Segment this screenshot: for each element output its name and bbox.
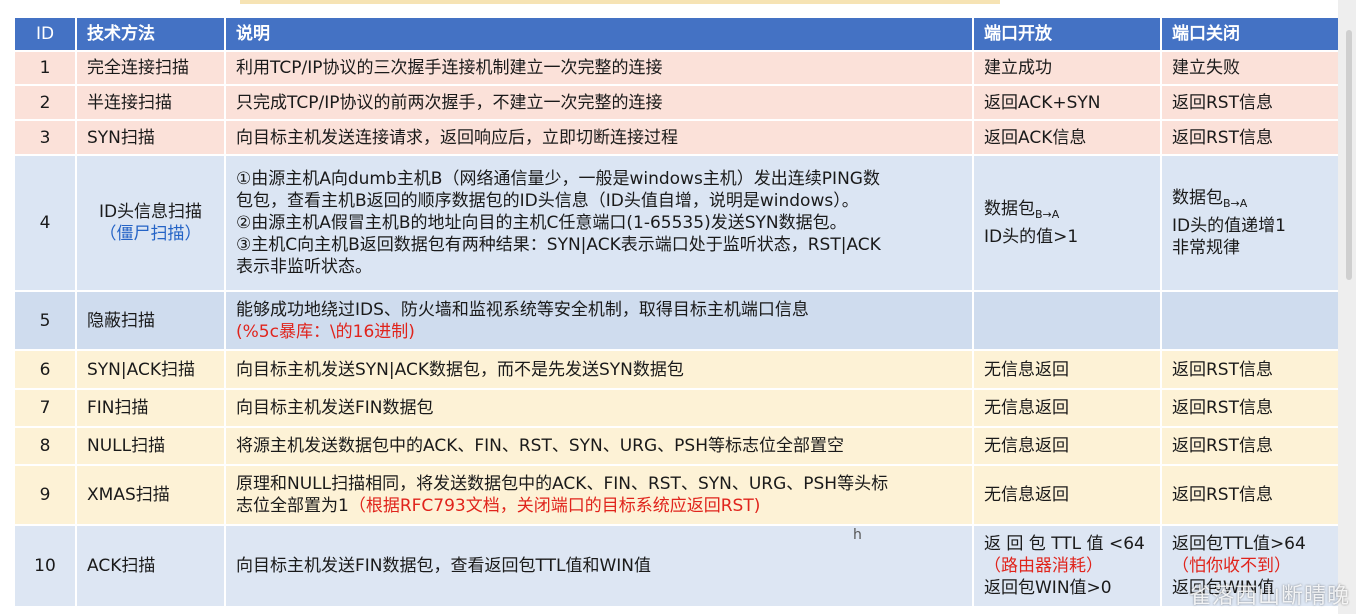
cell-desc: 向目标主机发送连接请求，返回响应后，立即切断连接过程 <box>224 119 974 156</box>
cell-closed: 返回RST信息 <box>1160 464 1340 526</box>
desc-line: ①由源主机A向dumb主机B（网络通信量少，一般是windows主机）发出连续P… <box>236 169 880 189</box>
closed-line: 返回包TTL值>64 <box>1172 534 1306 554</box>
desc-line: 表示非监听状态。 <box>236 257 372 277</box>
table-row: 1 完全连接扫描 利用TCP/IP协议的三次握手连接机制建立一次完整的连接 建立… <box>13 50 1340 86</box>
cell-closed: 建立失败 <box>1160 50 1340 86</box>
watermark: 雀落西山断晴晚 <box>1188 584 1350 609</box>
cell-method: SYN扫描 <box>75 119 226 156</box>
cell-method: 半连接扫描 <box>75 84 226 121</box>
cell-desc: 向目标主机发送FIN数据包 <box>224 388 974 428</box>
closed-sub: B→A <box>1223 197 1248 210</box>
header-closed: 端口关闭 <box>1160 16 1340 52</box>
cell-id: 9 <box>13 464 77 526</box>
cell-closed: 返回RST信息 <box>1160 119 1340 156</box>
table-row: 10 ACK扫描 向目标主机发送FIN数据包，查看返回包TTL值和WIN值 返 … <box>13 524 1340 608</box>
top-highlight-strip <box>240 0 1000 4</box>
desc-line: ②由源主机A假冒主机B的地址向目的主机C任意端口(1-65535)发送SYN数据… <box>236 213 847 233</box>
open-line: 数据包B→A <box>984 198 1150 226</box>
table-row: 2 半连接扫描 只完成TCP/IP协议的前两次握手，不建立一次完整的连接 返回A… <box>13 84 1340 121</box>
header-desc: 说明 <box>224 16 974 52</box>
cell-method: 隐蔽扫描 <box>75 290 226 351</box>
desc-line: 志位全部置为1（根据RFC793文档，关闭端口的目标系统应返回RST) <box>236 495 962 517</box>
closed-main: 数据包 <box>1172 188 1223 208</box>
header-id: ID <box>13 16 77 52</box>
closed-note: （怕你收不到） <box>1172 556 1291 576</box>
cell-id: 6 <box>13 349 77 390</box>
desc-line2: 志位全部置为1 <box>236 496 349 516</box>
cell-method: SYN|ACK扫描 <box>75 349 226 390</box>
open-note: （路由器消耗） <box>984 556 1103 576</box>
desc-line: 能够成功地绕过IDS、防火墙和监视系统等安全机制，取得目标主机端口信息 <box>236 299 809 320</box>
header-row: ID 技术方法 说明 端口开放 端口关闭 <box>13 16 1340 52</box>
cell-open: 返回ACK信息 <box>972 119 1162 156</box>
cell-id: 10 <box>13 524 77 608</box>
cell-id: 2 <box>13 84 77 121</box>
cell-closed: 数据包B→A ID头的值递增1 非常规律 <box>1160 154 1340 292</box>
desc-line: 包包，查看主机B返回的顺序数据包的ID头信息（ID头值自增，说明是windows… <box>236 191 859 211</box>
desc-line: 原理和NULL扫描相同，将发送数据包中的ACK、FIN、RST、SYN、URG、… <box>236 474 889 494</box>
cell-id: 8 <box>13 426 77 466</box>
cell-method: ID头信息扫描 （僵尸扫描） <box>75 154 226 292</box>
cell-id: 3 <box>13 119 77 156</box>
cell-open <box>972 290 1162 351</box>
cell-id: 7 <box>13 388 77 428</box>
table-row: 3 SYN扫描 向目标主机发送连接请求，返回响应后，立即切断连接过程 返回ACK… <box>13 119 1340 156</box>
closed-line: 非常规律 <box>1172 238 1240 258</box>
header-method: 技术方法 <box>75 16 226 52</box>
table-row: 4 ID头信息扫描 （僵尸扫描） ①由源主机A向dumb主机B（网络通信量少，一… <box>13 154 1340 292</box>
cell-method: NULL扫描 <box>75 426 226 466</box>
cell-open: 无信息返回 <box>972 388 1162 428</box>
cell-id: 5 <box>13 290 77 351</box>
closed-line: 数据包B→A <box>1172 187 1328 215</box>
method-label: ID头信息扫描 <box>98 202 203 222</box>
cell-id: 4 <box>13 154 77 292</box>
desc-note: (%5c暴库：\的16进制) <box>236 321 415 342</box>
cell-open: 数据包B→A ID头的值>1 <box>972 154 1162 292</box>
cell-closed: 返回RST信息 <box>1160 84 1340 121</box>
cell-method: FIN扫描 <box>75 388 226 428</box>
cursor-icon: h <box>853 527 862 543</box>
cell-desc: 将源主机发送数据包中的ACK、FIN、RST、SYN、URG、PSH等标志位全部… <box>224 426 974 466</box>
cell-open: 返回ACK+SYN <box>972 84 1162 121</box>
open-main: 数据包 <box>984 199 1035 219</box>
table-row: 8 NULL扫描 将源主机发送数据包中的ACK、FIN、RST、SYN、URG、… <box>13 426 1340 466</box>
open-line: 返 回 包 TTL 值 <64 <box>984 534 1145 554</box>
port-scan-table: ID 技术方法 说明 端口开放 端口关闭 1 完全连接扫描 利用TCP/IP协议… <box>13 16 1340 608</box>
cell-closed: 返回RST信息 <box>1160 388 1340 428</box>
cell-id: 1 <box>13 50 77 86</box>
cell-open: 无信息返回 <box>972 426 1162 466</box>
cell-method: XMAS扫描 <box>75 464 226 526</box>
cell-open: 返 回 包 TTL 值 <64 （路由器消耗） 返回包WIN值>0 <box>972 524 1162 608</box>
open-line: ID头的值>1 <box>984 227 1079 247</box>
cell-desc: 能够成功地绕过IDS、防火墙和监视系统等安全机制，取得目标主机端口信息 (%5c… <box>224 290 974 351</box>
cell-desc: 原理和NULL扫描相同，将发送数据包中的ACK、FIN、RST、SYN、URG、… <box>224 464 974 526</box>
table-row: 9 XMAS扫描 原理和NULL扫描相同，将发送数据包中的ACK、FIN、RST… <box>13 464 1340 526</box>
cell-open: 无信息返回 <box>972 349 1162 390</box>
cell-desc: 只完成TCP/IP协议的前两次握手，不建立一次完整的连接 <box>224 84 974 121</box>
closed-line: ID头的值递增1 <box>1172 216 1286 236</box>
method-note: （僵尸扫描） <box>99 224 202 244</box>
cell-open: 建立成功 <box>972 50 1162 86</box>
cell-method: 完全连接扫描 <box>75 50 226 86</box>
cell-desc: 向目标主机发送SYN|ACK数据包，而不是先发送SYN数据包 <box>224 349 974 390</box>
header-open: 端口开放 <box>972 16 1162 52</box>
table-row: 7 FIN扫描 向目标主机发送FIN数据包 无信息返回 返回RST信息 <box>13 388 1340 428</box>
cell-closed: 返回RST信息 <box>1160 349 1340 390</box>
cell-desc: 利用TCP/IP协议的三次握手连接机制建立一次完整的连接 <box>224 50 974 86</box>
table-row: 6 SYN|ACK扫描 向目标主机发送SYN|ACK数据包，而不是先发送SYN数… <box>13 349 1340 390</box>
desc-note: （根据RFC793文档，关闭端口的目标系统应返回RST) <box>348 496 761 516</box>
open-sub: B→A <box>1035 208 1060 221</box>
cell-closed <box>1160 290 1340 351</box>
cell-method: ACK扫描 <box>75 524 226 608</box>
scrollbar[interactable] <box>1338 0 1356 614</box>
scrollbar-thumb[interactable] <box>1346 30 1352 280</box>
cell-closed: 返回RST信息 <box>1160 426 1340 466</box>
table-row: 5 隐蔽扫描 能够成功地绕过IDS、防火墙和监视系统等安全机制，取得目标主机端口… <box>13 290 1340 351</box>
open-line: 返回包WIN值>0 <box>984 578 1112 598</box>
cell-desc: ①由源主机A向dumb主机B（网络通信量少，一般是windows主机）发出连续P… <box>224 154 974 292</box>
desc-line: ③主机C向主机B返回数据包有两种结果：SYN|ACK表示端口处于监听状态，RST… <box>236 235 881 255</box>
cell-open: 无信息返回 <box>972 464 1162 526</box>
